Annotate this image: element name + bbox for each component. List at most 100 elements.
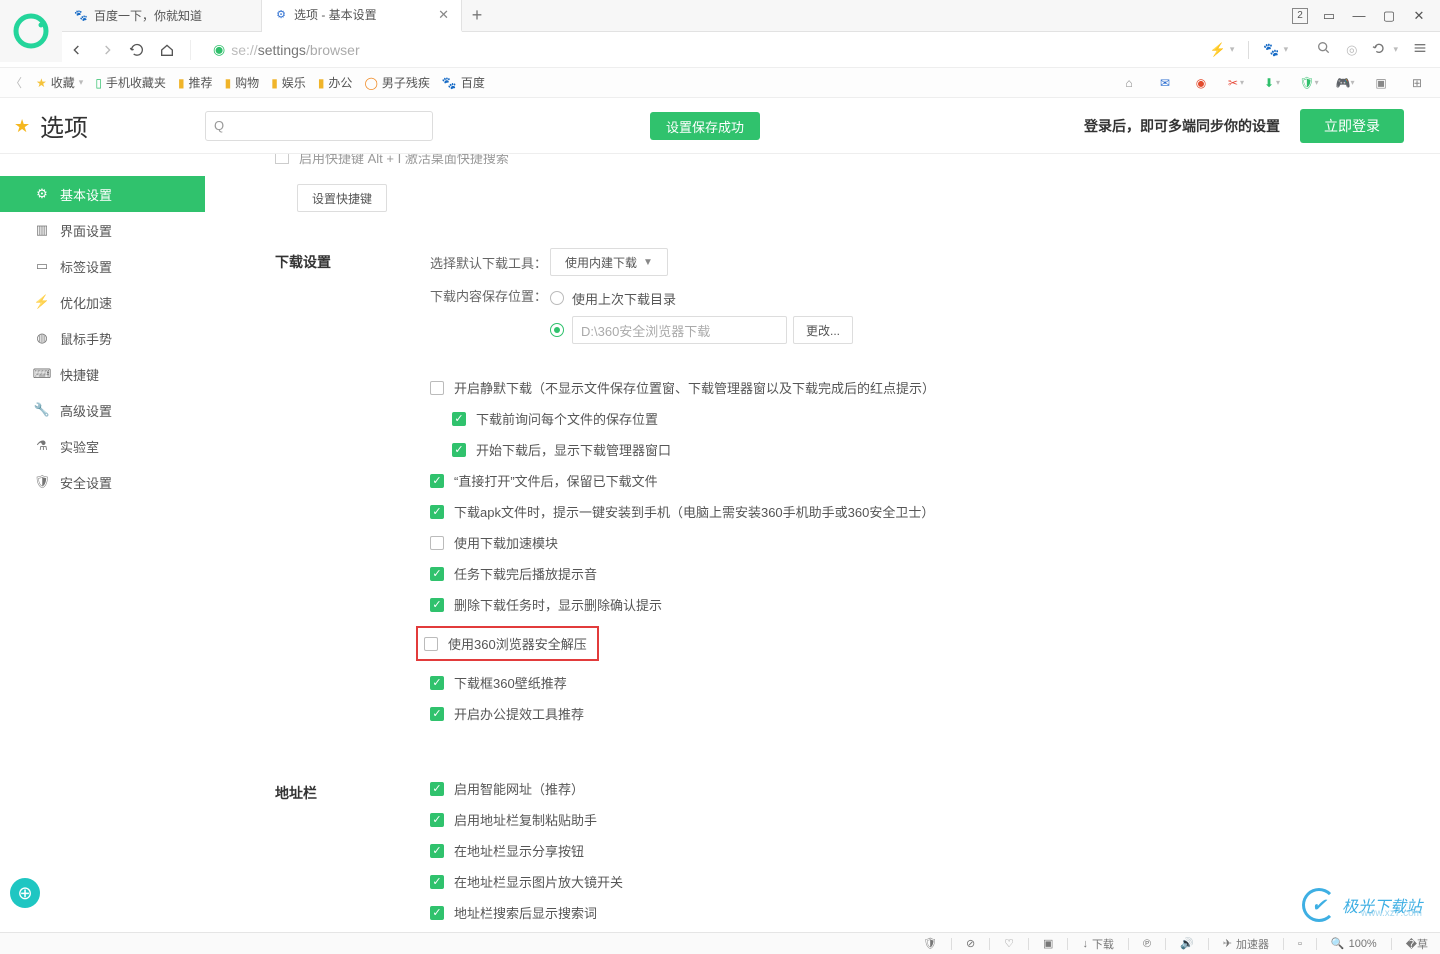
- reload-button[interactable]: [122, 35, 152, 65]
- url-input[interactable]: ◉ se:// settings /browser: [199, 41, 1198, 58]
- checkbox-row[interactable]: ✓删除下载任务时，显示删除确认提示: [430, 595, 1440, 614]
- checkbox-row[interactable]: 使用360浏览器安全解压: [422, 626, 1440, 661]
- sidebar-item-advanced[interactable]: 🔧高级设置: [0, 392, 205, 428]
- checkbox-row[interactable]: ✓下载前询问每个文件的保存位置: [452, 409, 1440, 428]
- checkbox-row[interactable]: ✓启用地址栏复制粘贴助手: [430, 810, 1440, 829]
- login-button[interactable]: 立即登录: [1300, 109, 1404, 143]
- checkbox-row[interactable]: ✓开始下载后，显示下载管理器窗口: [452, 440, 1440, 459]
- tab-baidu[interactable]: 🐾 百度一下，你就知道: [62, 0, 262, 32]
- radio-custom-dir[interactable]: [550, 323, 564, 337]
- new-tab-button[interactable]: +: [462, 0, 492, 32]
- checkbox[interactable]: ✓: [430, 906, 444, 920]
- paw-icon[interactable]: 🐾: [1263, 42, 1279, 58]
- checkbox[interactable]: [275, 154, 289, 164]
- search-icon[interactable]: [1316, 40, 1332, 59]
- assist-button[interactable]: ⊕: [10, 878, 40, 908]
- checkbox-row[interactable]: 开启静默下载（不显示文件保存位置窗、下载管理器窗以及下载完成后的红点提示）: [430, 378, 1440, 397]
- window-close-icon[interactable]: ✕: [1410, 7, 1428, 25]
- minimize-icon[interactable]: —: [1350, 7, 1368, 25]
- tab-settings[interactable]: ⚙ 选项 - 基本设置 ✕: [262, 0, 462, 32]
- checkbox-row[interactable]: ✓地址栏搜索后显示搜索词: [430, 903, 1440, 922]
- zoom-indicator[interactable]: 🔍100%: [1331, 937, 1377, 950]
- sidebar-item-basic[interactable]: ⚙基本设置: [0, 176, 205, 212]
- note-icon[interactable]: ▫: [1298, 938, 1302, 950]
- download-path-input[interactable]: D:\360安全浏览器下载: [572, 316, 787, 344]
- sidebar-item-shortcut[interactable]: ⌨快捷键: [0, 356, 205, 392]
- checkbox-row[interactable]: 使用下载加速模块: [430, 533, 1440, 552]
- checkbox[interactable]: ✓: [430, 598, 444, 612]
- chevron-left-icon[interactable]: 〈: [8, 74, 24, 91]
- checkbox-row[interactable]: ✓在地址栏显示分享按钮: [430, 841, 1440, 860]
- close-icon[interactable]: ✕: [438, 7, 449, 23]
- bm-folder[interactable]: ▮娱乐: [271, 74, 306, 91]
- settings-search-input[interactable]: Q: [205, 111, 433, 141]
- checkbox[interactable]: ✓: [430, 844, 444, 858]
- checkbox-row[interactable]: ✓启用智能网址（推荐）: [430, 779, 1440, 798]
- forward-button[interactable]: [92, 35, 122, 65]
- clipboard-icon[interactable]: ℗: [1143, 938, 1151, 950]
- sidebar-item-tabs[interactable]: ▭标签设置: [0, 248, 205, 284]
- checkbox[interactable]: ✓: [430, 875, 444, 889]
- checkbox[interactable]: ✓: [430, 505, 444, 519]
- mobile-fav[interactable]: ▯手机收藏夹: [95, 74, 166, 91]
- bm-folder[interactable]: ▮办公: [318, 74, 353, 91]
- apps-icon[interactable]: ⊞: [1408, 74, 1426, 92]
- monitor-icon[interactable]: ▣: [1372, 74, 1390, 92]
- shield-status-icon[interactable]: 🛡: [923, 937, 937, 950]
- checkbox-row[interactable]: ✓下载apk文件时，提示一键安装到手机（电脑上需安装360手机助手或360安全卫…: [430, 502, 1440, 521]
- panel-icon[interactable]: ▭: [1320, 7, 1338, 25]
- checkbox[interactable]: [430, 381, 444, 395]
- checkbox[interactable]: ✓: [452, 443, 466, 457]
- globe-icon[interactable]: ◎: [1346, 42, 1357, 58]
- accelerator-status[interactable]: ✈ 加速器: [1223, 936, 1269, 952]
- sidebar-item-lab[interactable]: ⚗实验室: [0, 428, 205, 464]
- checkbox-row[interactable]: ✓“直接打开”文件后，保留已下载文件: [430, 471, 1440, 490]
- checkbox-row[interactable]: ✓开启办公提效工具推荐: [430, 704, 1440, 723]
- checkbox[interactable]: ✓: [452, 412, 466, 426]
- fav-folder[interactable]: ★收藏 ▾: [36, 74, 83, 91]
- sidebar-item-security[interactable]: 🛡安全设置: [0, 464, 205, 500]
- set-shortcut-button[interactable]: 设置快捷键: [297, 184, 387, 212]
- checkbox-row[interactable]: ✓下载框360壁纸推荐: [430, 673, 1440, 692]
- checkbox[interactable]: ✓: [430, 707, 444, 721]
- sidebar-item-ui[interactable]: ▥界面设置: [0, 212, 205, 248]
- download-tool-select[interactable]: 使用内建下载▼: [550, 248, 668, 276]
- gamepad-icon[interactable]: 🎮▾: [1336, 74, 1354, 92]
- heart-icon[interactable]: ♡: [1004, 937, 1014, 950]
- resize-grip-icon[interactable]: �草: [1406, 936, 1428, 952]
- bm-folder[interactable]: ▮推荐: [178, 74, 213, 91]
- checkbox[interactable]: [430, 536, 444, 550]
- speaker-icon[interactable]: 🔊: [1180, 937, 1194, 950]
- star-icon[interactable]: ★: [14, 116, 30, 137]
- maximize-icon[interactable]: ▢: [1380, 7, 1398, 25]
- bm-baidu[interactable]: 🐾百度: [442, 74, 485, 91]
- checkbox[interactable]: ✓: [430, 782, 444, 796]
- checkbox[interactable]: ✓: [430, 676, 444, 690]
- undo-icon[interactable]: [1371, 40, 1387, 59]
- flash-icon[interactable]: ⚡: [1210, 42, 1226, 58]
- menu-icon[interactable]: [1412, 40, 1428, 59]
- bm-link[interactable]: ◯男子残疾: [364, 74, 429, 91]
- checkbox[interactable]: ✓: [430, 474, 444, 488]
- weibo-icon[interactable]: ◉: [1192, 74, 1210, 92]
- checkbox[interactable]: ✓: [430, 813, 444, 827]
- sidebar-item-mouse[interactable]: ◍鼠标手势: [0, 320, 205, 356]
- scissors-icon[interactable]: ✂▾: [1228, 74, 1246, 92]
- pocket-icon[interactable]: ⌂: [1120, 74, 1138, 92]
- tab-count[interactable]: 2: [1292, 8, 1308, 24]
- change-path-button[interactable]: 更改...: [793, 316, 853, 344]
- shield-icon[interactable]: 🛡▾: [1300, 74, 1318, 92]
- checkbox-row[interactable]: ✓任务下载完后播放提示音: [430, 564, 1440, 583]
- sidebar-item-speed[interactable]: ⚡优化加速: [0, 284, 205, 320]
- bm-folder[interactable]: ▮购物: [225, 74, 260, 91]
- back-button[interactable]: [62, 35, 92, 65]
- checkbox[interactable]: ✓: [430, 567, 444, 581]
- checkbox[interactable]: [424, 637, 438, 651]
- home-button[interactable]: [152, 35, 182, 65]
- block-icon[interactable]: ⊘: [966, 937, 975, 950]
- mail-icon[interactable]: ✉: [1156, 74, 1174, 92]
- download-plus-icon[interactable]: ⬇▾: [1264, 74, 1282, 92]
- radio-last-dir[interactable]: [550, 291, 564, 305]
- cast-icon[interactable]: ▣: [1043, 937, 1053, 950]
- checkbox-row[interactable]: ✓在地址栏显示图片放大镜开关: [430, 872, 1440, 891]
